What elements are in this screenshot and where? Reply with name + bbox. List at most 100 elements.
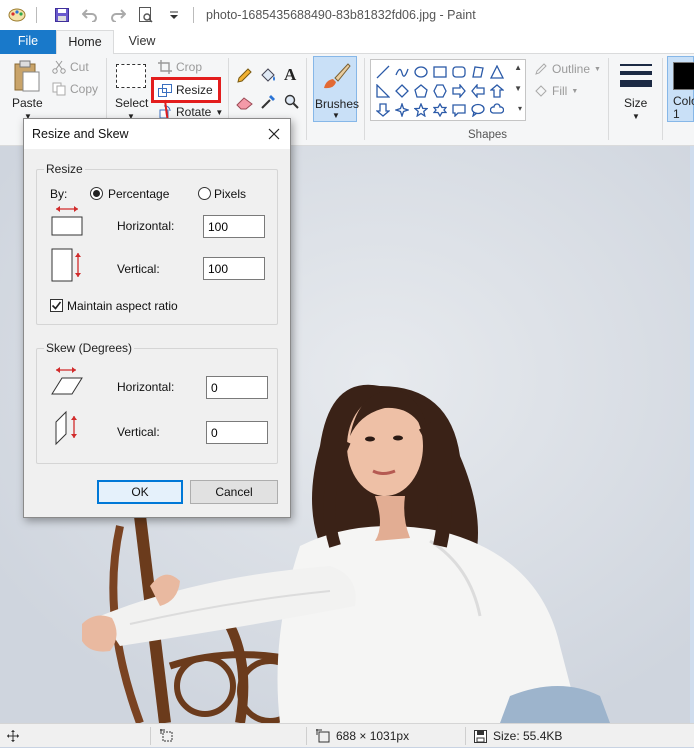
pentagon-shape-icon[interactable] — [411, 81, 430, 100]
magnifier-icon[interactable] — [284, 94, 300, 110]
rotate-label: Rotate — [176, 105, 212, 119]
resize-horizontal-input[interactable] — [203, 215, 265, 238]
copy-label: Copy — [70, 82, 99, 96]
oval-callout-shape-icon[interactable] — [468, 100, 487, 119]
right-arrow-shape-icon[interactable] — [449, 81, 468, 100]
eraser-icon[interactable] — [236, 96, 254, 110]
curve-shape-icon[interactable] — [392, 62, 411, 81]
brushes-dropdown-icon: ▼ — [332, 111, 340, 120]
oval-shape-icon[interactable] — [411, 62, 430, 81]
fill-icon — [535, 85, 547, 97]
dialog-title-bar: Resize and Skew — [24, 119, 290, 149]
cloud-callout-shape-icon[interactable] — [487, 100, 506, 119]
resize-section-label: Resize — [44, 162, 85, 176]
polygon-shape-icon[interactable] — [468, 62, 487, 81]
pixels-radio[interactable] — [198, 187, 211, 200]
undo-icon[interactable] — [79, 4, 101, 26]
outline-button[interactable]: Outline ▼ — [534, 62, 601, 76]
save-icon[interactable] — [51, 4, 73, 26]
print-preview-icon[interactable] — [135, 4, 157, 26]
resize-horizontal-label: Horizontal: — [117, 219, 175, 233]
customize-toolbar-icon[interactable] — [163, 4, 185, 26]
copy-button[interactable]: Copy — [52, 82, 98, 96]
ok-button[interactable]: OK — [97, 480, 183, 504]
five-point-star-shape-icon[interactable] — [411, 100, 430, 119]
status-bar: 688 × 1031px Size: 55.4KB — [0, 723, 694, 747]
cancel-button[interactable]: Cancel — [190, 480, 278, 504]
resize-vertical-label: Vertical: — [117, 262, 160, 276]
quick-access-toolbar — [0, 0, 202, 30]
maintain-aspect-checkbox[interactable] — [50, 299, 63, 312]
shapes-gallery: ▲ ▼ ▾ — [370, 59, 526, 121]
shapes-expand-icon[interactable]: ▾ — [518, 104, 522, 113]
size-button[interactable]: Size ▼ — [614, 58, 658, 126]
brushes-button[interactable]: Brushes ▼ — [313, 56, 360, 122]
skew-vertical-input[interactable] — [206, 421, 268, 444]
color-picker-icon[interactable] — [260, 94, 276, 110]
brushes-label: Brushes — [315, 97, 360, 111]
up-arrow-shape-icon[interactable] — [487, 81, 506, 100]
skew-vertical-label: Vertical: — [117, 425, 160, 439]
color1-button[interactable]: Colo 1 — [667, 56, 694, 122]
tab-file[interactable]: File — [0, 30, 56, 54]
pencil-icon[interactable] — [236, 68, 252, 84]
right-triangle-shape-icon[interactable] — [373, 81, 392, 100]
paste-icon — [14, 60, 40, 92]
shapes-scroll-down-icon[interactable]: ▼ — [514, 84, 522, 93]
dialog-title: Resize and Skew — [32, 127, 129, 141]
rotate-dropdown-icon: ▼ — [215, 107, 224, 117]
rounded-rectangle-shape-icon[interactable] — [449, 62, 468, 81]
by-label: By: — [50, 187, 68, 201]
paint-app-icon — [6, 4, 28, 26]
selection-size-icon — [160, 724, 174, 748]
crop-button[interactable]: Crop — [158, 60, 202, 74]
cut-label: Cut — [70, 60, 89, 74]
rectangle-callout-shape-icon[interactable] — [449, 100, 468, 119]
close-icon[interactable] — [266, 126, 282, 142]
color1-swatch — [673, 62, 694, 90]
left-arrow-shape-icon[interactable] — [468, 81, 487, 100]
line-shape-icon[interactable] — [373, 62, 392, 81]
tab-home[interactable]: Home — [56, 30, 114, 55]
cursor-position-icon — [6, 724, 20, 748]
percentage-radio[interactable] — [90, 187, 103, 200]
percentage-label[interactable]: Percentage — [108, 187, 169, 201]
select-button[interactable]: Select ▼ — [112, 58, 148, 126]
rectangle-shape-icon[interactable] — [430, 62, 449, 81]
diamond-shape-icon[interactable] — [392, 81, 411, 100]
fill-dropdown-icon: ▼ — [571, 87, 579, 95]
scissors-icon — [52, 60, 66, 74]
horizontal-skew-icon — [51, 367, 83, 395]
skew-horizontal-input[interactable] — [206, 376, 268, 399]
window-title: photo-1685435688490-83b81832fd06.jpg - P… — [206, 8, 476, 22]
vertical-skew-icon — [55, 410, 77, 446]
shapes-group-label: Shapes — [468, 129, 508, 141]
text-tool-icon[interactable]: A — [284, 65, 296, 85]
image-dimensions-text: 688 × 1031px — [336, 729, 410, 743]
six-point-star-shape-icon[interactable] — [430, 100, 449, 119]
rotate-button[interactable]: Rotate ▼ — [158, 105, 223, 119]
color1-label: Colo 1 — [673, 94, 694, 121]
tab-view[interactable]: View — [116, 30, 168, 54]
cut-button[interactable]: Cut — [52, 60, 89, 74]
redo-icon[interactable] — [107, 4, 129, 26]
shapes-scroll-up-icon[interactable]: ▲ — [514, 63, 522, 72]
selection-icon — [116, 64, 146, 88]
fill-button[interactable]: Fill ▼ — [534, 84, 578, 98]
resize-label: Resize — [176, 83, 213, 97]
resize-button[interactable]: Resize — [151, 77, 221, 103]
horizontal-resize-icon — [51, 206, 83, 236]
down-arrow-shape-icon[interactable] — [373, 100, 392, 119]
file-size: Size: 55.4KB — [474, 724, 562, 748]
resize-vertical-input[interactable] — [203, 257, 265, 280]
fill-bucket-icon[interactable] — [259, 67, 277, 85]
maintain-aspect-label[interactable]: Maintain aspect ratio — [67, 299, 178, 313]
triangle-shape-icon[interactable] — [487, 62, 506, 81]
four-point-star-shape-icon[interactable] — [392, 100, 411, 119]
outline-dropdown-icon: ▼ — [594, 65, 601, 73]
size-dropdown-icon: ▼ — [632, 112, 640, 121]
resize-icon — [158, 83, 172, 97]
outline-icon — [535, 63, 547, 75]
pixels-label[interactable]: Pixels — [214, 187, 246, 201]
hexagon-shape-icon[interactable] — [430, 81, 449, 100]
